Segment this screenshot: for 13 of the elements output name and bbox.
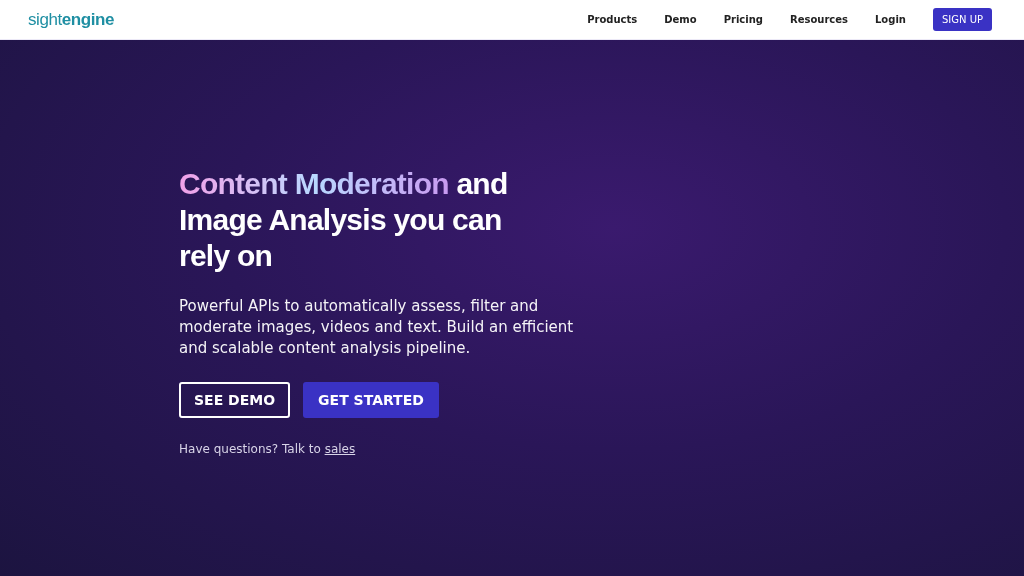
- get-started-button[interactable]: GET STARTED: [303, 382, 439, 418]
- nav-link[interactable]: Demo: [664, 12, 697, 27]
- nav-link[interactable]: Pricing: [723, 12, 763, 27]
- see-demo-button[interactable]: SEE DEMO: [179, 382, 291, 418]
- sign-up-button[interactable]: SIGN UP: [932, 8, 992, 31]
- nav-link[interactable]: Resources: [789, 12, 848, 27]
- sales-link[interactable]: sales: [324, 442, 356, 456]
- hero-heading: Content Moderation and Image Analysis you can rely on: [179, 166, 509, 274]
- nav-link[interactable]: Login: [875, 12, 906, 27]
- logo[interactable]: sightengine: [28, 6, 115, 33]
- hero-description: Powerful APIs to automatically assess, filter and moderate images, videos and text. Build an efficient and scalable content analysis pipeline.: [179, 296, 575, 359]
- contact-text: Have questions? Talk to: [179, 442, 321, 456]
- nav-link[interactable]: Products: [587, 12, 638, 27]
